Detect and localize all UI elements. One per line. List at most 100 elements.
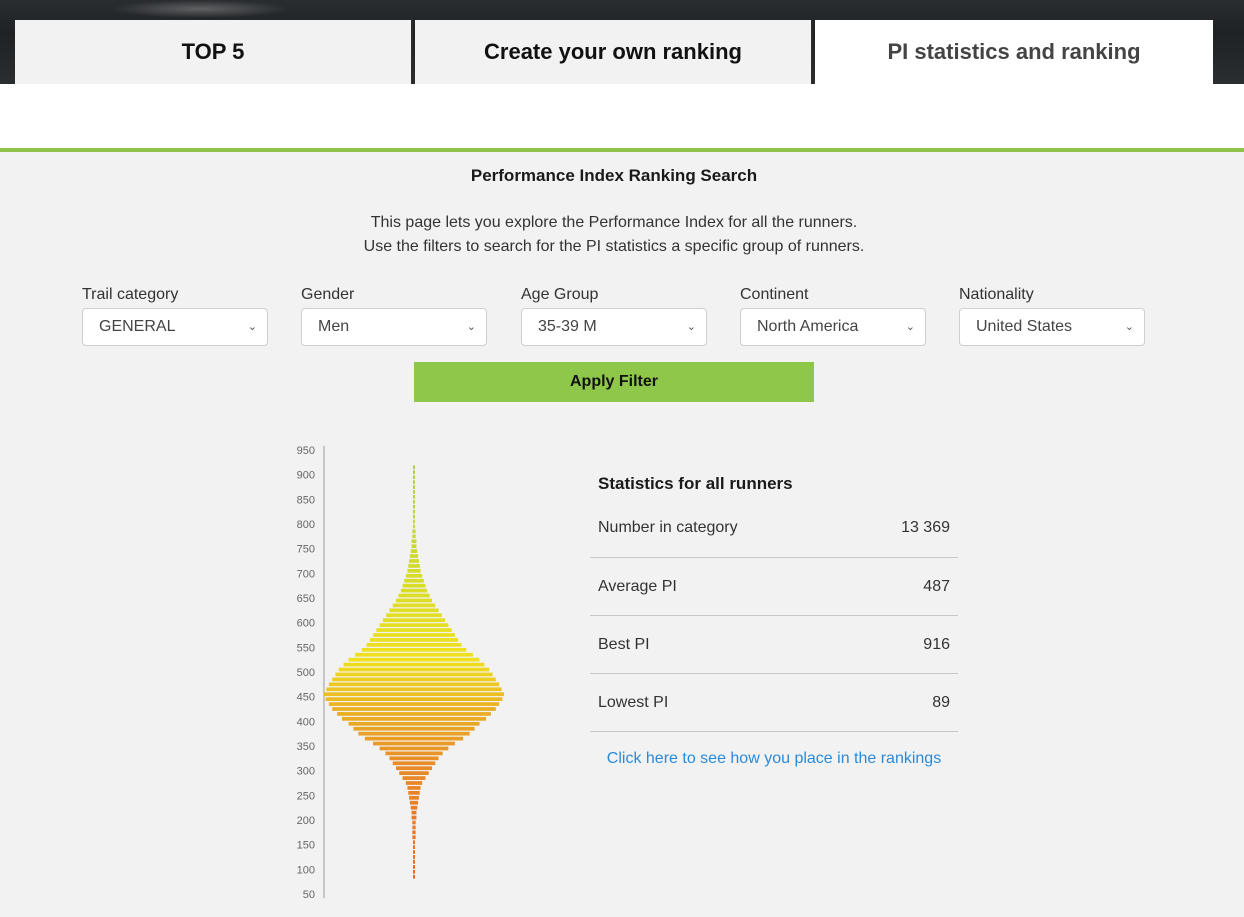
y-tick-label: 300 <box>297 766 315 778</box>
intro-line-2: Use the filters to search for the PI sta… <box>363 238 865 255</box>
tab-top5[interactable]: TOP 5 <box>15 20 413 84</box>
distribution-bar <box>379 746 449 751</box>
gender-select[interactable]: Men ⌄ <box>301 308 487 346</box>
age-group-value: 35-39 M <box>538 318 597 335</box>
pi-distribution-chart: 950 900 850 800 750 700 650 600 550 500 450 400 350 3… <box>297 445 504 901</box>
y-tick-label: 350 <box>297 741 315 753</box>
distribution-bar <box>413 480 415 484</box>
chevron-down-icon: ⌄ <box>1124 321 1134 333</box>
y-tick-label: 450 <box>297 692 315 704</box>
distribution-bar <box>413 470 415 475</box>
y-tick-label: 400 <box>297 716 315 728</box>
y-tick-label: 650 <box>297 593 315 605</box>
distribution-bar <box>404 578 424 583</box>
distribution-bar <box>413 495 415 499</box>
apply-filter-button[interactable]: Apply Filter <box>414 362 814 402</box>
distribution-bar <box>332 707 496 711</box>
distribution-bar <box>412 830 416 835</box>
distribution-bar <box>376 628 452 632</box>
tab-pi-statistics[interactable]: PI statistics and ranking <box>815 20 1213 84</box>
distribution-bar <box>409 559 419 563</box>
distribution-bar <box>386 613 442 618</box>
distribution-bar <box>409 554 419 558</box>
distribution-bar <box>409 800 419 805</box>
distribution-bar <box>407 786 421 790</box>
distribution-bar <box>332 677 496 682</box>
distribution-bar <box>413 465 415 470</box>
distribution-bar <box>337 712 491 716</box>
continent-select[interactable]: North America ⌄ <box>740 308 926 346</box>
distribution-bar <box>355 652 473 657</box>
distribution-bar <box>412 820 416 825</box>
gender-label: Gender <box>301 286 355 303</box>
stat-number-label: Number in category <box>598 518 738 536</box>
stat-row-number: Number in category 13 369 <box>590 498 958 558</box>
distribution-bar <box>348 657 480 662</box>
intro-text: This page lets you explore the Performan… <box>0 211 1228 259</box>
distribution-bar <box>366 643 462 647</box>
distribution-bar <box>412 825 416 830</box>
stat-row-lowest: Lowest PI 89 <box>590 674 958 732</box>
rankings-link[interactable]: Click here to see how you place in the r… <box>590 750 958 768</box>
nationality-value: United States <box>976 318 1073 335</box>
y-tick-label: 800 <box>297 519 315 531</box>
distribution-bar <box>402 776 426 780</box>
y-tick-label: 550 <box>297 642 315 654</box>
continent-filter: Continent North America ⌄ <box>740 286 926 346</box>
distribution-bar <box>385 751 443 756</box>
distribution-bar <box>361 647 467 652</box>
tab-create-ranking[interactable]: Create your own ranking <box>415 20 813 84</box>
distribution-bar <box>411 544 417 549</box>
distribution-bar <box>413 855 415 859</box>
distribution-bar <box>407 569 421 573</box>
distribution-bar <box>373 741 455 746</box>
distribution-bar <box>408 791 420 795</box>
y-tick-label: 150 <box>297 840 315 852</box>
y-tick-label: 950 <box>297 445 315 457</box>
distribution-bar <box>379 623 449 627</box>
stat-best-label: Best PI <box>598 635 650 653</box>
distribution-bar <box>412 534 416 539</box>
distribution-bar <box>343 662 485 667</box>
age-group-select[interactable]: 35-39 M ⌄ <box>521 308 707 346</box>
distribution-bar <box>413 485 415 489</box>
distribution-bar <box>325 697 503 701</box>
nationality-filter: Nationality United States ⌄ <box>959 286 1145 346</box>
distribution-bar <box>392 761 436 766</box>
distribution-bar <box>396 766 432 771</box>
distribution-bar <box>389 756 439 761</box>
stat-lowest-value: 89 <box>932 693 950 711</box>
distribution-bar <box>413 840 415 845</box>
nationality-select[interactable]: United States ⌄ <box>959 308 1145 346</box>
distribution-bar <box>382 618 446 623</box>
y-tick-label: 700 <box>297 568 315 580</box>
distribution-bar <box>413 475 415 479</box>
distribution-bar <box>411 815 417 820</box>
stat-row-average: Average PI 487 <box>590 558 958 616</box>
distribution-bar <box>413 524 415 529</box>
distribution-bar <box>412 835 416 840</box>
distribution-bar <box>396 598 432 603</box>
y-tick-label: 850 <box>297 494 315 506</box>
distribution-bar <box>405 573 423 578</box>
distribution-bar <box>392 603 436 608</box>
gender-value: Men <box>318 318 350 335</box>
chevron-down-icon: ⌄ <box>466 321 476 333</box>
nationality-label: Nationality <box>959 286 1034 303</box>
y-axis-ticks: 950 900 850 800 750 700 650 600 550 500 450 400 350 3… <box>297 445 315 901</box>
distribution-bar <box>328 682 500 687</box>
distribution-bar <box>335 672 493 677</box>
distribution-bar <box>413 850 415 854</box>
distribution-bar <box>413 509 415 514</box>
age-group-label: Age Group <box>521 286 599 303</box>
distribution-bar <box>410 549 418 553</box>
trail-category-select[interactable]: GENERAL ⌄ <box>82 308 268 346</box>
distribution-bar <box>413 865 415 869</box>
trail-category-value: GENERAL <box>99 318 176 335</box>
distribution-bar <box>364 736 464 741</box>
distribution-bar <box>413 869 415 874</box>
distribution-bar <box>324 692 504 697</box>
stats-panel: Statistics for all runners Number in cat… <box>590 470 958 768</box>
stat-average-label: Average PI <box>598 577 677 595</box>
distribution-bar <box>410 805 418 810</box>
